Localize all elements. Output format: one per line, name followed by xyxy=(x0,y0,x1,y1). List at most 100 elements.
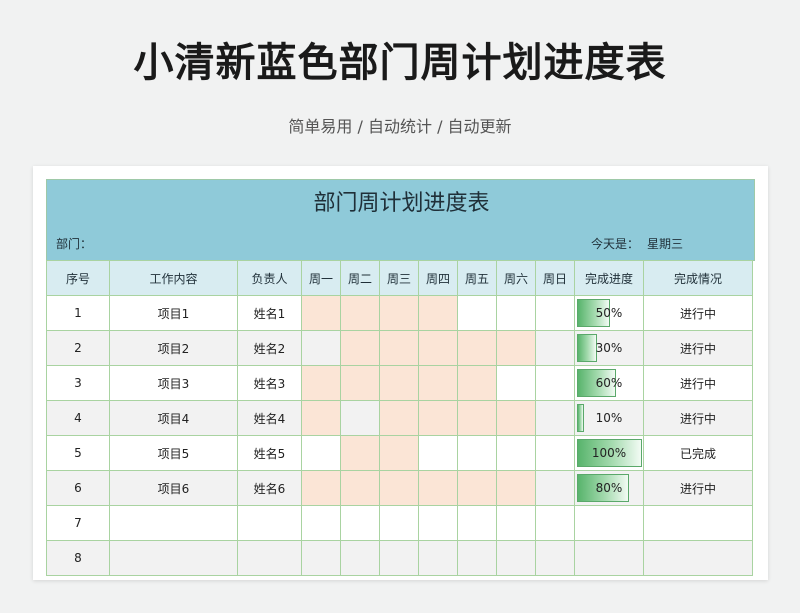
day-cell-wed[interactable] xyxy=(379,435,419,471)
column-header-fri[interactable]: 周五 xyxy=(457,260,497,296)
owner-cell[interactable]: 姓名3 xyxy=(237,365,302,401)
day-cell-mon[interactable] xyxy=(301,330,341,366)
owner-cell[interactable]: 姓名2 xyxy=(237,330,302,366)
progress-cell[interactable]: 60% xyxy=(574,365,644,401)
day-cell-wed[interactable] xyxy=(379,330,419,366)
day-cell-mon[interactable] xyxy=(301,435,341,471)
day-cell-thu[interactable] xyxy=(418,505,458,541)
day-cell-tue[interactable] xyxy=(340,400,380,436)
today-label[interactable]: 今天是： xyxy=(591,235,639,252)
progress-cell[interactable]: 30% xyxy=(574,330,644,366)
day-cell-fri[interactable] xyxy=(457,540,497,576)
progress-cell[interactable]: 10% xyxy=(574,400,644,436)
day-cell-mon[interactable] xyxy=(301,365,341,401)
day-cell-mon[interactable] xyxy=(301,470,341,506)
status-cell[interactable]: 进行中 xyxy=(643,470,753,506)
day-cell-tue[interactable] xyxy=(340,330,380,366)
day-cell-wed[interactable] xyxy=(379,540,419,576)
column-header-no[interactable]: 序号 xyxy=(46,260,110,296)
owner-cell[interactable] xyxy=(237,505,302,541)
progress-cell[interactable] xyxy=(574,505,644,541)
column-header-sat[interactable]: 周六 xyxy=(496,260,536,296)
progress-cell[interactable]: 80% xyxy=(574,470,644,506)
day-cell-thu[interactable] xyxy=(418,540,458,576)
task-cell[interactable]: 项目6 xyxy=(109,470,238,506)
day-cell-sun[interactable] xyxy=(535,295,575,331)
task-cell[interactable] xyxy=(109,505,238,541)
status-cell[interactable]: 进行中 xyxy=(643,295,753,331)
day-cell-sun[interactable] xyxy=(535,435,575,471)
day-cell-sat[interactable] xyxy=(496,505,536,541)
task-cell[interactable]: 项目1 xyxy=(109,295,238,331)
day-cell-fri[interactable] xyxy=(457,505,497,541)
owner-cell[interactable]: 姓名5 xyxy=(237,435,302,471)
department-label[interactable]: 部门： xyxy=(56,235,92,252)
day-cell-tue[interactable] xyxy=(340,365,380,401)
day-cell-tue[interactable] xyxy=(340,470,380,506)
day-cell-tue[interactable] xyxy=(340,505,380,541)
day-cell-sat[interactable] xyxy=(496,330,536,366)
day-cell-sat[interactable] xyxy=(496,365,536,401)
row-number-cell[interactable]: 8 xyxy=(46,540,110,576)
progress-cell[interactable]: 50% xyxy=(574,295,644,331)
column-header-task[interactable]: 工作内容 xyxy=(109,260,238,296)
day-cell-fri[interactable] xyxy=(457,365,497,401)
day-cell-fri[interactable] xyxy=(457,330,497,366)
day-cell-sun[interactable] xyxy=(535,505,575,541)
day-cell-sun[interactable] xyxy=(535,365,575,401)
day-cell-fri[interactable] xyxy=(457,470,497,506)
day-cell-mon[interactable] xyxy=(301,295,341,331)
task-cell[interactable]: 项目2 xyxy=(109,330,238,366)
row-number-cell[interactable]: 4 xyxy=(46,400,110,436)
day-cell-thu[interactable] xyxy=(418,330,458,366)
day-cell-wed[interactable] xyxy=(379,295,419,331)
day-cell-sun[interactable] xyxy=(535,330,575,366)
row-number-cell[interactable]: 2 xyxy=(46,330,110,366)
task-cell[interactable]: 项目5 xyxy=(109,435,238,471)
status-cell[interactable]: 已完成 xyxy=(643,435,753,471)
day-cell-mon[interactable] xyxy=(301,505,341,541)
row-number-cell[interactable]: 1 xyxy=(46,295,110,331)
day-cell-sat[interactable] xyxy=(496,295,536,331)
row-number-cell[interactable]: 6 xyxy=(46,470,110,506)
column-header-owner[interactable]: 负责人 xyxy=(237,260,302,296)
owner-cell[interactable]: 姓名1 xyxy=(237,295,302,331)
day-cell-mon[interactable] xyxy=(301,400,341,436)
status-cell[interactable]: 进行中 xyxy=(643,330,753,366)
progress-cell[interactable] xyxy=(574,540,644,576)
row-number-cell[interactable]: 5 xyxy=(46,435,110,471)
day-cell-thu[interactable] xyxy=(418,400,458,436)
task-cell[interactable] xyxy=(109,540,238,576)
status-cell[interactable] xyxy=(643,540,753,576)
today-value[interactable]: 星期三 xyxy=(647,235,683,252)
day-cell-sun[interactable] xyxy=(535,400,575,436)
row-number-cell[interactable]: 3 xyxy=(46,365,110,401)
day-cell-wed[interactable] xyxy=(379,365,419,401)
day-cell-thu[interactable] xyxy=(418,435,458,471)
day-cell-wed[interactable] xyxy=(379,470,419,506)
day-cell-fri[interactable] xyxy=(457,400,497,436)
day-cell-thu[interactable] xyxy=(418,470,458,506)
column-header-wed[interactable]: 周三 xyxy=(379,260,419,296)
day-cell-sun[interactable] xyxy=(535,540,575,576)
day-cell-tue[interactable] xyxy=(340,295,380,331)
sheet-title[interactable]: 部门周计划进度表 xyxy=(47,185,755,217)
task-cell[interactable]: 项目3 xyxy=(109,365,238,401)
column-header-progress[interactable]: 完成进度 xyxy=(574,260,644,296)
day-cell-sat[interactable] xyxy=(496,540,536,576)
owner-cell[interactable]: 姓名6 xyxy=(237,470,302,506)
day-cell-mon[interactable] xyxy=(301,540,341,576)
status-cell[interactable] xyxy=(643,505,753,541)
owner-cell[interactable]: 姓名4 xyxy=(237,400,302,436)
progress-cell[interactable]: 100% xyxy=(574,435,644,471)
day-cell-tue[interactable] xyxy=(340,540,380,576)
day-cell-sat[interactable] xyxy=(496,435,536,471)
day-cell-thu[interactable] xyxy=(418,365,458,401)
column-header-sun[interactable]: 周日 xyxy=(535,260,575,296)
day-cell-sun[interactable] xyxy=(535,470,575,506)
task-cell[interactable]: 项目4 xyxy=(109,400,238,436)
day-cell-wed[interactable] xyxy=(379,505,419,541)
day-cell-thu[interactable] xyxy=(418,295,458,331)
status-cell[interactable]: 进行中 xyxy=(643,400,753,436)
row-number-cell[interactable]: 7 xyxy=(46,505,110,541)
